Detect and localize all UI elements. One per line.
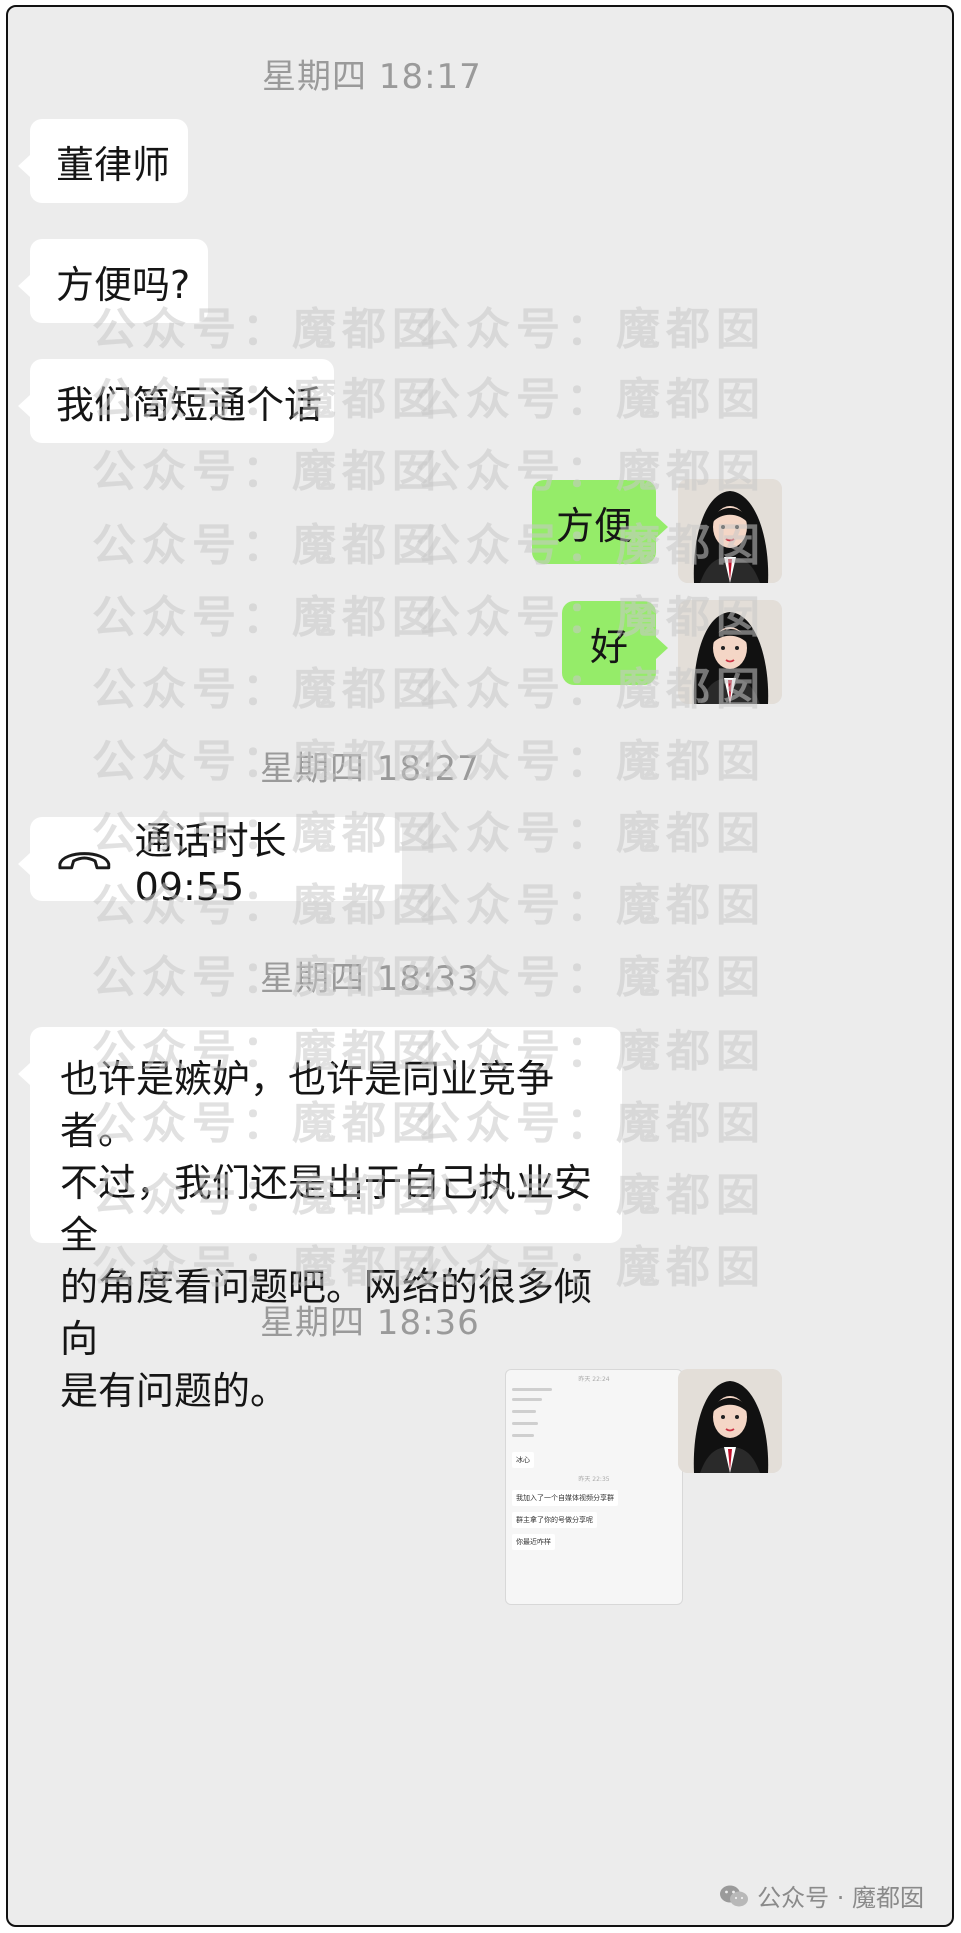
outgoing-message[interactable]: 好 bbox=[562, 601, 668, 685]
incoming-message[interactable]: 董律师 bbox=[18, 119, 188, 203]
incoming-message[interactable]: 也许是嫉妒，也许是同业竞争者。 不过，我们还是出于自己执业安全 的角度看问题吧。… bbox=[18, 1027, 622, 1413]
avatar-portrait-icon bbox=[678, 479, 782, 583]
avatar[interactable] bbox=[678, 479, 782, 583]
message-text: 方便吗? bbox=[56, 262, 191, 307]
thumb-bubble: 你最近咋样 bbox=[512, 1534, 555, 1550]
footer-watermark: 公众号 · 魔都囡 bbox=[719, 1878, 924, 1913]
thumb-line bbox=[512, 1422, 538, 1425]
timestamp: 星期四 18:36 bbox=[260, 1303, 480, 1343]
wechat-icon bbox=[720, 1885, 749, 1906]
incoming-message[interactable]: 方便吗? bbox=[18, 239, 208, 323]
avatar-portrait-icon bbox=[678, 600, 782, 704]
thumb-timestamp: 昨天 22:35 bbox=[578, 1476, 610, 1483]
thumb-line bbox=[512, 1410, 536, 1413]
timestamp: 星期四 18:27 bbox=[260, 749, 480, 789]
thumb-line bbox=[512, 1434, 534, 1437]
call-record-message[interactable]: 通话时长 09:55 bbox=[18, 817, 402, 909]
watermark: 公众号：魔都囡 bbox=[92, 664, 442, 715]
message-text: 方便 bbox=[555, 503, 632, 548]
watermark: 公众号：魔都囡 bbox=[92, 446, 442, 497]
thumb-bubble: 冰心 bbox=[512, 1452, 534, 1468]
message-text: 董律师 bbox=[56, 142, 171, 187]
chat-panel: 星期四 18:17 董律师 方便吗? 我们简短通个话 方便 好 星期四 18:2… bbox=[6, 5, 954, 1927]
message-text: 好 bbox=[589, 624, 628, 669]
call-duration-text: 通话时长 09:55 bbox=[134, 818, 287, 909]
avatar-portrait-icon bbox=[678, 1369, 782, 1473]
footer-text: 公众号 · 魔都囡 bbox=[757, 1884, 924, 1912]
avatar[interactable] bbox=[678, 1369, 782, 1473]
thumb-timestamp: 昨天 22:24 bbox=[578, 1376, 610, 1383]
watermark: 公众号：魔都囡 bbox=[416, 880, 766, 931]
avatar[interactable] bbox=[678, 600, 782, 704]
watermark: 公众号：魔都囡 bbox=[416, 374, 766, 425]
phone-hangup-icon bbox=[58, 852, 111, 870]
message-line: 不过，我们还是出于自己执业安全 bbox=[60, 1161, 593, 1257]
message-text: 我们简短通个话 bbox=[56, 382, 323, 427]
watermark: 公众号：魔都囡 bbox=[92, 520, 442, 571]
screenshot-image-message[interactable]: 昨天 22:24 冰心 昨天 22:35 我加入了一个自媒体视频分享群 群主拿了… bbox=[505, 1369, 683, 1605]
outgoing-message[interactable]: 方便 bbox=[532, 480, 668, 564]
watermark: 公众号：魔都囡 bbox=[416, 808, 766, 859]
watermark: 公众号：魔都囡 bbox=[416, 304, 766, 355]
thumb-line bbox=[512, 1398, 542, 1401]
timestamp: 星期四 18:33 bbox=[260, 959, 480, 999]
thumb-line bbox=[512, 1388, 552, 1391]
message-line: 也许是嫉妒，也许是同业竞争者。 bbox=[60, 1057, 555, 1153]
watermark: 公众号：魔都囡 bbox=[92, 592, 442, 643]
thumb-bubble: 我加入了一个自媒体视频分享群 bbox=[512, 1490, 618, 1506]
incoming-message[interactable]: 我们简短通个话 bbox=[18, 359, 334, 443]
thumb-bubble: 群主拿了你的号做分享呢 bbox=[512, 1512, 597, 1528]
timestamp: 星期四 18:17 bbox=[262, 57, 482, 97]
